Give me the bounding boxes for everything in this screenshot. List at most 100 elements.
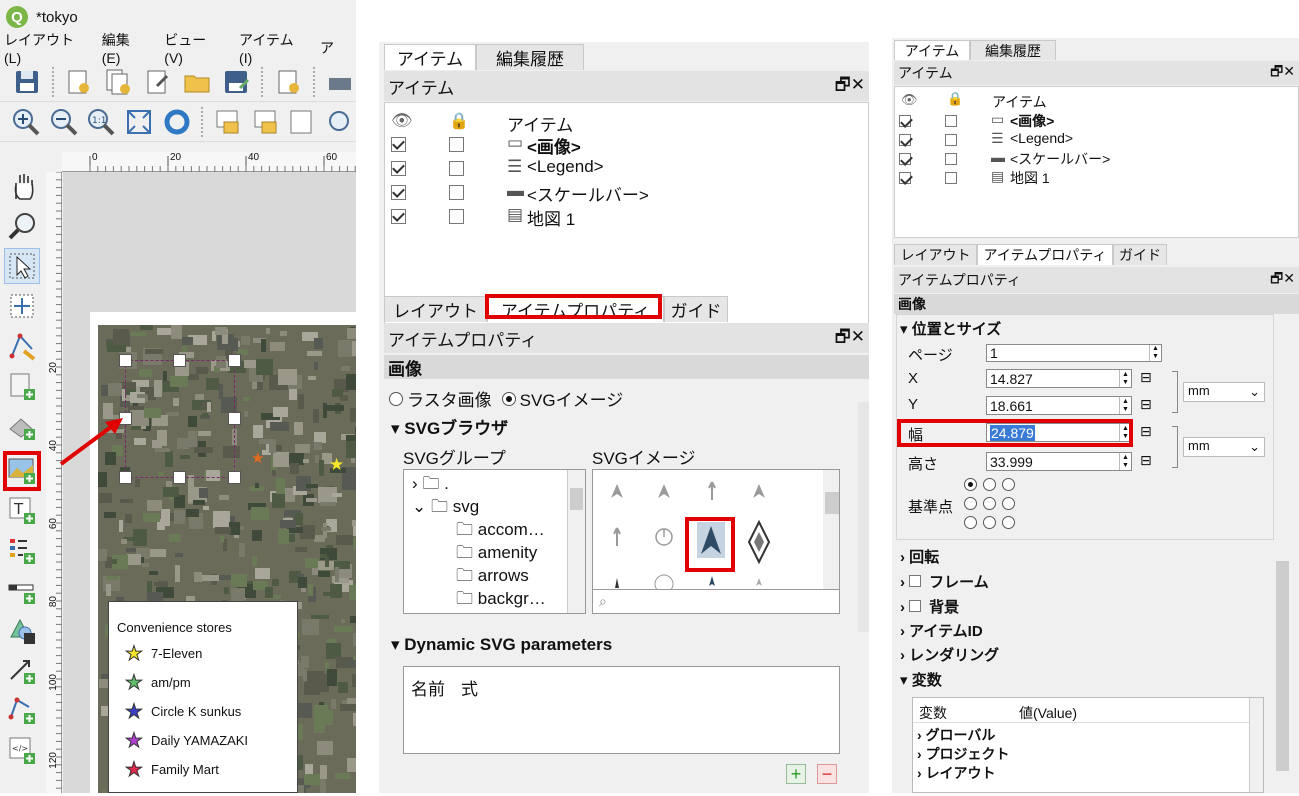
var-row-layout[interactable]: › レイアウト xyxy=(917,763,996,783)
add-legend-icon[interactable] xyxy=(4,532,40,568)
layout-manager-icon[interactable] xyxy=(141,65,175,99)
tab-guides[interactable]: ガイド xyxy=(1113,244,1167,265)
menu-view[interactable]: ビュー(V) xyxy=(164,30,217,66)
edit-nodes-icon[interactable] xyxy=(4,328,40,364)
resize-handle[interactable] xyxy=(119,471,132,484)
float-close-icon[interactable]: 🗗✕ xyxy=(835,324,865,353)
resize-handle[interactable] xyxy=(228,471,241,484)
lock-checkbox[interactable] xyxy=(945,172,957,184)
float-close-icon[interactable]: 🗗✕ xyxy=(1270,61,1295,85)
tab-items[interactable]: アイテム xyxy=(384,44,476,70)
zoom-out-icon[interactable] xyxy=(48,105,80,139)
lock-checkbox[interactable] xyxy=(945,134,957,146)
visibility-checkbox[interactable] xyxy=(899,134,911,146)
variables-group[interactable]: ▾ 変数 xyxy=(900,669,942,690)
menu-layout[interactable]: レイアウト(L) xyxy=(4,30,80,66)
select-icon[interactable] xyxy=(286,105,318,139)
var-row-global[interactable]: › グローバル xyxy=(917,725,995,745)
item-row[interactable]: ☰ <Legend> xyxy=(385,157,868,181)
item-row[interactable]: ▤ 地図 1 xyxy=(895,168,1298,187)
expand-icon[interactable]: › xyxy=(412,474,418,493)
lock-checkbox[interactable] xyxy=(449,209,464,224)
item-row[interactable]: ▤ 地図 1 xyxy=(385,205,868,229)
zoom-tool-icon[interactable] xyxy=(4,208,40,244)
lock-checkbox[interactable] xyxy=(945,153,957,165)
add-label-icon[interactable]: T xyxy=(4,492,40,528)
add-pages-icon[interactable] xyxy=(271,65,305,99)
item-row[interactable]: ▭ <画像> xyxy=(895,111,1298,130)
add-map-icon[interactable] xyxy=(4,368,40,404)
item-row[interactable]: ▬ <スケールバー> xyxy=(385,181,868,205)
save-icon[interactable] xyxy=(10,65,44,99)
scrollbar[interactable] xyxy=(1249,698,1263,792)
add-html-icon[interactable]: </> xyxy=(4,732,40,768)
item-id-group[interactable]: › アイテムID xyxy=(900,620,983,641)
resize-handle[interactable] xyxy=(228,412,241,425)
dynamic-params-table[interactable]: 名前 式 xyxy=(403,666,840,754)
lock-items-icon[interactable] xyxy=(211,105,243,139)
add-param-icon[interactable]: + xyxy=(786,764,806,784)
rendering-group[interactable]: › レンダリング xyxy=(900,644,999,665)
tab-guides[interactable]: ガイド xyxy=(664,296,728,322)
background-group[interactable]: › 背景 xyxy=(900,596,959,617)
lock-checkbox[interactable] xyxy=(449,185,464,200)
svg-group-tree[interactable]: › 🗀 . ⌄ 🗀 svg 🗀 accom… 🗀 amenity 🗀 arrow… xyxy=(403,469,586,614)
add-arrow-icon[interactable] xyxy=(4,652,40,688)
add-node-item-icon[interactable] xyxy=(4,692,40,728)
duplicate-layout-icon[interactable] xyxy=(101,65,135,99)
tab-items[interactable]: アイテム xyxy=(894,40,970,60)
visibility-checkbox[interactable] xyxy=(899,153,911,165)
select-move-icon[interactable] xyxy=(4,248,40,284)
add-3d-map-icon[interactable] xyxy=(4,408,40,444)
resize-handle[interactable] xyxy=(173,354,186,367)
legend-item[interactable]: Convenience stores ★ 7-Eleven ★ am/pm ★ Cir… xyxy=(108,601,298,793)
visibility-checkbox[interactable] xyxy=(391,137,406,152)
item-row[interactable]: ☰ <Legend> xyxy=(895,130,1298,149)
svg-search-input[interactable]: ⌕ xyxy=(592,589,840,614)
props-scrollbar[interactable] xyxy=(1275,316,1290,786)
resize-handle[interactable] xyxy=(228,354,241,367)
variables-table[interactable]: 変数 値(Value) › グローバル › プロジェクト › レイアウト xyxy=(912,697,1264,793)
resize-handle[interactable] xyxy=(173,471,186,484)
resize-handle[interactable] xyxy=(119,354,132,367)
menu-item[interactable]: アイテム(I) xyxy=(239,30,298,66)
lock-checkbox[interactable] xyxy=(449,161,464,176)
zoom-full-icon[interactable] xyxy=(123,105,155,139)
props-scrollbar[interactable] xyxy=(858,402,869,632)
item-row[interactable]: ▭ <画像> xyxy=(385,133,868,157)
remove-param-icon[interactable]: − xyxy=(817,764,837,784)
print-icon[interactable] xyxy=(323,65,357,99)
open-folder-icon[interactable] xyxy=(180,65,214,99)
pan-icon[interactable] xyxy=(4,168,40,204)
visibility-checkbox[interactable] xyxy=(899,172,911,184)
search-zoom-icon[interactable] xyxy=(324,105,356,139)
zoom-in-icon[interactable] xyxy=(10,105,42,139)
visibility-checkbox[interactable] xyxy=(899,115,911,127)
add-scalebar-icon[interactable] xyxy=(4,572,40,608)
rotation-group[interactable]: › 回転 xyxy=(900,546,939,567)
dynamic-svg-group[interactable]: ▾ Dynamic SVG parameters xyxy=(391,635,612,655)
new-layout-icon[interactable] xyxy=(62,65,96,99)
lock-checkbox[interactable] xyxy=(945,115,957,127)
picture-item-selection[interactable] xyxy=(125,360,235,478)
svg-browser-group[interactable]: ▾ SVGブラウザ xyxy=(391,414,508,439)
var-row-project[interactable]: › プロジェクト xyxy=(917,744,1010,764)
tab-layout[interactable]: レイアウト xyxy=(384,296,487,322)
scrollbar[interactable] xyxy=(567,470,585,613)
zoom-actual-icon[interactable]: 1:1 xyxy=(86,105,118,139)
tab-layout[interactable]: レイアウト xyxy=(894,244,977,265)
menu-edit[interactable]: 編集(E) xyxy=(102,30,143,66)
radio-svg[interactable] xyxy=(501,391,516,406)
tree-row[interactable]: 🗀 backgr… xyxy=(456,586,546,613)
save-as-template-icon[interactable] xyxy=(220,65,254,99)
visibility-checkbox[interactable] xyxy=(391,209,406,224)
add-shape-icon[interactable] xyxy=(4,612,40,648)
visibility-checkbox[interactable] xyxy=(391,185,406,200)
frame-group[interactable]: › フレーム xyxy=(900,571,989,592)
visibility-checkbox[interactable] xyxy=(391,161,406,176)
collapse-icon[interactable]: ⌄ xyxy=(412,497,426,516)
move-content-icon[interactable] xyxy=(4,288,40,324)
float-close-icon[interactable]: 🗗✕ xyxy=(1270,268,1295,292)
tab-undo-history[interactable]: 編集履歴 xyxy=(970,40,1056,60)
lock-checkbox[interactable] xyxy=(449,137,464,152)
